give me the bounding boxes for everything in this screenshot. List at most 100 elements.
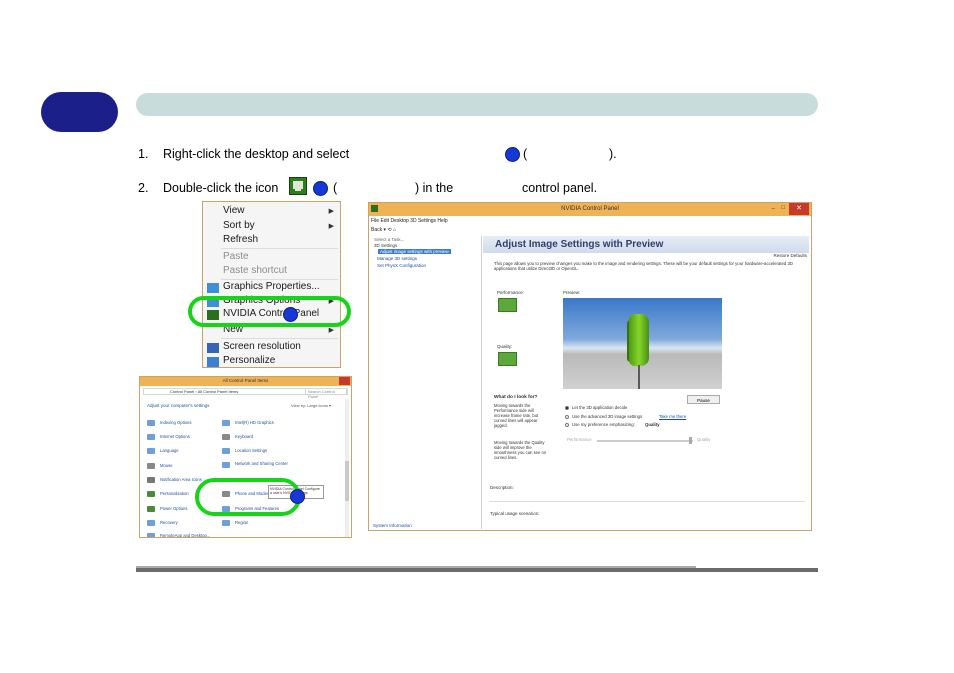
toolbar[interactable]: Back ▾ ⟲ ⌂ bbox=[371, 227, 396, 233]
cp-item-language[interactable]: Language bbox=[160, 448, 179, 453]
page-description: This page allows you to preview changes … bbox=[494, 261, 793, 271]
chapter-tab bbox=[41, 92, 118, 132]
menu-item-personalize[interactable]: Personalize bbox=[223, 355, 275, 366]
preview-label: Preview: bbox=[563, 290, 581, 295]
language-icon bbox=[147, 448, 155, 454]
nvidia-control-panel-window: NVIDIA Control Panel – □ ✕ File Edit Des… bbox=[368, 202, 812, 531]
category-3d-settings[interactable]: 3D Settings bbox=[374, 243, 397, 248]
option-label: Let the 3D application decide bbox=[572, 405, 628, 410]
preview-stand bbox=[638, 365, 640, 389]
region-icon bbox=[222, 520, 230, 526]
menu-item-graphics-properties[interactable]: Graphics Properties... bbox=[223, 281, 320, 292]
scrollbar-thumb[interactable] bbox=[345, 461, 349, 501]
radio-advanced-settings[interactable] bbox=[565, 415, 569, 419]
radio-my-preference[interactable] bbox=[565, 423, 569, 427]
step-number: 2. bbox=[138, 181, 149, 195]
internet-options-icon bbox=[147, 434, 155, 440]
task-adjust-image[interactable]: Adjust image settings with preview bbox=[378, 249, 451, 254]
desktop-context-menu: View ▶ Sort by ▶ Refresh Paste Paste sho… bbox=[202, 201, 341, 368]
menu-item-view[interactable]: View bbox=[223, 205, 245, 216]
slider-right-label: Quality bbox=[697, 437, 711, 442]
description-label: Description: bbox=[490, 485, 514, 490]
help-text-quality: Moving towards the Quality side will imp… bbox=[494, 440, 547, 460]
take-me-there-link[interactable]: Take me there bbox=[659, 414, 686, 419]
menu-separator bbox=[221, 279, 338, 280]
task-pane: Select a Task... 3D Settings Adjust imag… bbox=[371, 236, 482, 529]
maximize-button[interactable]: □ bbox=[781, 205, 785, 211]
menu-separator bbox=[221, 248, 338, 249]
radio-let-app-decide[interactable] bbox=[565, 406, 569, 410]
step-number: 1. bbox=[138, 147, 149, 161]
cp-item-remoteapp[interactable]: RemoteApp and Desktop... bbox=[160, 533, 210, 537]
step-text: ) in the bbox=[415, 181, 454, 195]
screen-resolution-icon bbox=[207, 343, 219, 353]
restore-defaults-link[interactable]: Restore Defaults bbox=[773, 253, 807, 258]
cp-item-power-options[interactable]: Power Options bbox=[160, 506, 187, 511]
what-to-look-for-heading: What do I look for? bbox=[494, 395, 538, 400]
menu-item-refresh[interactable]: Refresh bbox=[223, 234, 258, 245]
cp-item-personalization[interactable]: Personalization bbox=[160, 491, 189, 496]
callout-dot bbox=[313, 181, 328, 196]
cp-item-recovery[interactable]: Recovery bbox=[160, 520, 178, 525]
cp-item-notification-area-icons[interactable]: Notification Area Icons bbox=[160, 477, 202, 482]
help-text-performance: Moving towards the Performance side will… bbox=[494, 403, 539, 428]
personalize-icon bbox=[207, 357, 219, 367]
cp-item-intel-hd-graphics[interactable]: Intel(R) HD Graphics bbox=[235, 420, 274, 425]
callout-dot bbox=[283, 307, 298, 322]
graphics-properties-icon bbox=[207, 283, 219, 293]
task-manage-3d[interactable]: Manage 3D settings bbox=[377, 256, 417, 261]
notification-area-icon bbox=[147, 477, 155, 483]
menu-item-screen-resolution[interactable]: Screen resolution bbox=[223, 341, 301, 352]
quality-label: Quality: bbox=[497, 344, 513, 349]
menu-bar[interactable]: File Edit Desktop 3D Settings Help bbox=[371, 218, 448, 224]
submenu-arrow-icon: ▶ bbox=[328, 223, 334, 230]
emphasis-value: Quality bbox=[645, 422, 660, 427]
power-options-icon bbox=[147, 506, 155, 512]
page-heading: Adjust your computer's settings bbox=[147, 403, 210, 408]
window-title: NVIDIA Control Panel bbox=[561, 206, 619, 212]
task-physx[interactable]: Set PhysX Configuration bbox=[377, 263, 426, 268]
quality-slider[interactable] bbox=[597, 440, 693, 442]
callout-dot bbox=[290, 489, 305, 504]
cp-item-internet-options[interactable]: Internet Options bbox=[160, 434, 190, 439]
system-information-link[interactable]: System Information bbox=[373, 523, 412, 528]
mouse-icon bbox=[147, 463, 155, 469]
close-button[interactable] bbox=[339, 377, 350, 385]
performance-icon bbox=[498, 298, 517, 312]
menu-item-sort-by[interactable]: Sort by bbox=[223, 220, 255, 231]
select-task-label: Select a Task... bbox=[374, 237, 405, 242]
cp-item-mouse[interactable]: Mouse bbox=[160, 463, 173, 468]
cp-item-keyboard[interactable]: Keyboard bbox=[235, 434, 253, 439]
nvidia-icon bbox=[289, 177, 307, 195]
location-settings-icon bbox=[222, 448, 230, 454]
search-input[interactable]: Search Control Panel bbox=[305, 388, 347, 399]
indexing-options-icon bbox=[147, 420, 155, 426]
minimize-button[interactable]: – bbox=[772, 206, 775, 212]
cp-item-network-sharing[interactable]: Network and Sharing Center bbox=[235, 461, 295, 466]
header-bar bbox=[136, 93, 818, 116]
step-1: 1. Right-click the desktop and select bbox=[138, 147, 349, 161]
cp-item-indexing-options[interactable]: Indexing Options bbox=[160, 420, 191, 425]
pause-button[interactable]: Pause bbox=[687, 395, 720, 404]
close-button[interactable]: ✕ bbox=[789, 203, 809, 215]
step-text: Right-click the desktop and select bbox=[163, 147, 350, 161]
slider-left-label: Performance bbox=[567, 437, 592, 442]
highlight-oval bbox=[195, 478, 301, 516]
preview-logo bbox=[629, 314, 649, 366]
intel-graphics-icon bbox=[222, 420, 230, 426]
option-label: Use my preference emphasizing: bbox=[572, 422, 635, 427]
menu-item-paste-shortcut[interactable]: Paste shortcut bbox=[223, 265, 287, 276]
submenu-arrow-icon: ▶ bbox=[328, 327, 334, 334]
cp-item-region[interactable]: Region bbox=[235, 520, 248, 525]
cp-item-location-settings[interactable]: Location Settings bbox=[235, 448, 267, 453]
view-by-dropdown[interactable]: View by: Large icons ▾ bbox=[291, 403, 331, 408]
keyboard-icon bbox=[222, 434, 230, 440]
menu-item-paste[interactable]: Paste bbox=[223, 251, 249, 262]
remoteapp-icon bbox=[147, 533, 155, 537]
submenu-arrow-icon: ▶ bbox=[328, 208, 334, 215]
step-text: ( bbox=[523, 147, 528, 161]
usage-label: Typical usage scenarios: bbox=[490, 511, 540, 516]
divider bbox=[489, 501, 805, 502]
quality-icon bbox=[498, 352, 517, 366]
slider-handle[interactable] bbox=[689, 437, 692, 444]
